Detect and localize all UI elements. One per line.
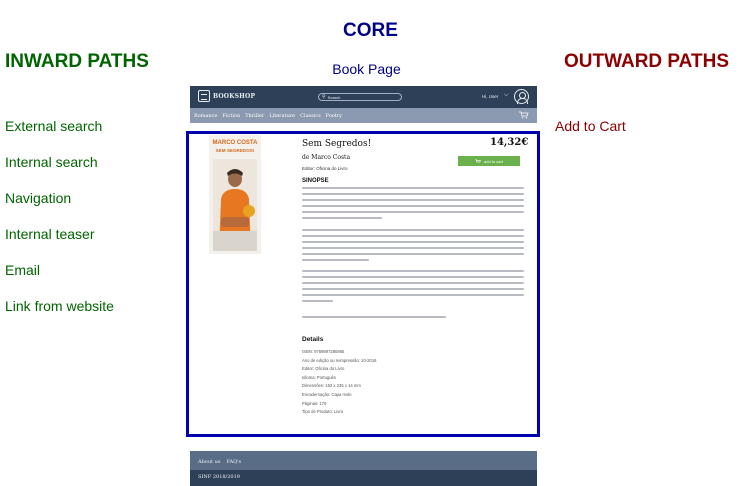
search-icon: ⚲ <box>322 93 326 100</box>
nav-item-fiction[interactable]: Fiction <box>222 113 240 119</box>
core-highlight-frame <box>186 131 540 437</box>
inward-path-external-search: External search <box>5 118 103 134</box>
nav-item-poetry[interactable]: Poetry <box>326 113 342 119</box>
search-placeholder: Search <box>327 94 341 100</box>
footer-links: About us FAQ's <box>198 459 241 465</box>
nav-item-classics[interactable]: Classics <box>300 113 321 119</box>
inward-paths-list: External search Internal search Navigati… <box>5 118 114 334</box>
mock-footer: About us FAQ's SINF 2018/2019 <box>190 451 537 486</box>
inward-path-email: Email <box>5 262 41 278</box>
inward-path-internal-search: Internal search <box>5 154 98 170</box>
bookshop-logo-icon <box>198 90 210 102</box>
outward-path-add-to-cart: Add to Cart <box>555 118 626 134</box>
core-title: CORE <box>343 20 398 41</box>
inward-path-link-from-website: Link from website <box>5 298 114 314</box>
nav-item-literature[interactable]: Literature <box>269 113 295 119</box>
footer-copyright: SINF 2018/2019 <box>198 474 240 480</box>
category-nav: Romance Fiction Thriller Literature Clas… <box>190 108 537 123</box>
inward-paths-title: INWARD PATHS <box>5 51 149 72</box>
footer-link-faqs[interactable]: FAQ's <box>226 459 241 465</box>
logo[interactable]: BOOKSHOP <box>198 90 255 102</box>
outward-paths-list: Add to Cart <box>555 118 626 134</box>
user-greeting[interactable]: Hi, User <box>482 94 498 99</box>
chevron-down-icon[interactable]: ⌵ <box>504 92 509 99</box>
logo-text: BOOKSHOP <box>213 92 256 100</box>
footer-link-about-us[interactable]: About us <box>198 459 220 465</box>
cart-icon[interactable] <box>519 111 529 119</box>
inward-path-navigation: Navigation <box>5 190 72 206</box>
footer-bottom-bar: SINF 2018/2019 <box>190 470 537 486</box>
avatar-icon[interactable] <box>514 89 529 104</box>
mock-header: BOOKSHOP ⚲ Search Hi, User ⌵ <box>190 86 537 108</box>
outward-paths-title: OUTWARD PATHS <box>563 51 729 72</box>
inward-path-internal-teaser: Internal teaser <box>5 226 95 242</box>
search-input[interactable]: ⚲ Search <box>318 93 402 101</box>
nav-item-romance[interactable]: Romance <box>194 113 217 119</box>
nav-item-thriller[interactable]: Thriller <box>245 113 264 119</box>
